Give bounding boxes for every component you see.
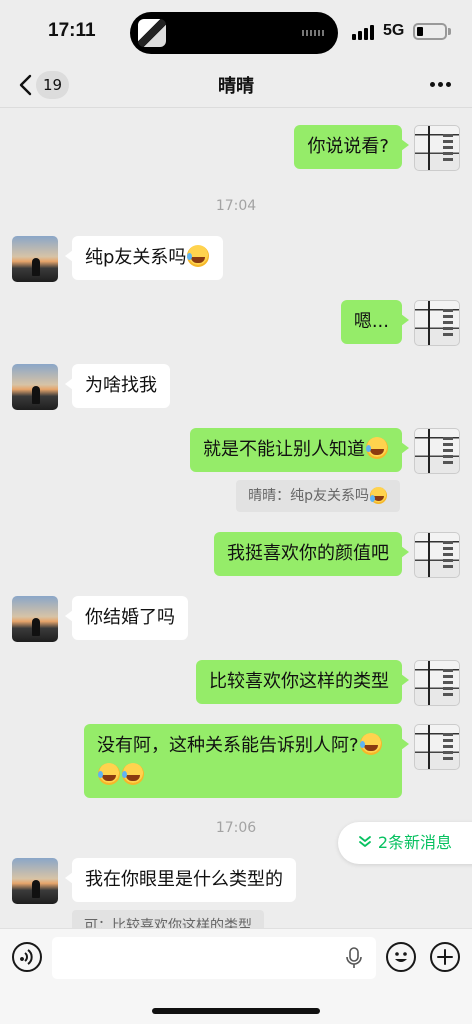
chat-title: 晴晴 (218, 76, 254, 97)
message-text: 就是不能让别人知道 (203, 439, 365, 460)
my-avatar[interactable] (414, 724, 460, 770)
microphone-icon[interactable] (346, 947, 362, 969)
message-timestamp: 17:04 (215, 198, 257, 214)
message-bubble-sent[interactable]: 你说说看? (294, 125, 409, 169)
laugh-cry-emoji-icon (98, 763, 120, 785)
quote-text: 晴晴：纯p友关系吗 (248, 488, 369, 504)
quoted-message[interactable]: 可：比较喜欢你这样的类型 (72, 910, 264, 928)
status-time: 17:11 (48, 20, 96, 41)
contact-avatar[interactable] (12, 596, 58, 642)
message-bubble-sent[interactable]: 比较喜欢你这样的类型 (196, 660, 409, 704)
laugh-cry-emoji-icon (122, 763, 144, 785)
laugh-cry-emoji-icon (359, 733, 382, 755)
dynamic-island[interactable] (130, 12, 338, 54)
my-avatar[interactable] (414, 660, 460, 706)
message-text: 纯p友关系吗 (85, 247, 187, 268)
message-bubble-received[interactable]: 纯p友关系吗 (64, 236, 224, 280)
message-bubble-sent[interactable]: 我挺喜欢你的颜值吧 (214, 532, 409, 576)
laugh-cry-emoji-icon (370, 487, 387, 504)
new-messages-button[interactable]: 2条新消息 (337, 822, 472, 864)
message-list[interactable]: 你说说看? 17:04 纯p友关系吗 嗯... 为啥找我 就是不能让别人知道 晴… (0, 108, 472, 928)
message-input[interactable] (52, 937, 376, 979)
signal-icon (352, 24, 376, 40)
chat-header: 19 晴晴 (0, 62, 472, 108)
network-label: 5G (383, 22, 405, 39)
message-bubble-sent[interactable]: 没有阿，这种关系能告诉别人阿? (84, 724, 409, 798)
quoted-message[interactable]: 晴晴：纯p友关系吗 (236, 480, 400, 512)
message-bubble-received[interactable]: 为啥找我 (65, 364, 170, 408)
contact-avatar[interactable] (12, 858, 58, 904)
my-avatar[interactable] (414, 428, 460, 474)
laugh-cry-emoji-icon (366, 437, 388, 459)
message-bubble-received[interactable]: 你结婚了吗 (65, 596, 188, 640)
message-bubble-received[interactable]: 我在你眼里是什么类型的 (65, 858, 296, 902)
message-text: 没有阿，这种关系能告诉别人阿? (97, 735, 359, 756)
home-indicator[interactable] (152, 1008, 320, 1014)
now-playing-thumbnail (138, 19, 166, 47)
plus-icon[interactable] (430, 942, 460, 972)
message-bubble-sent[interactable]: 嗯... (340, 300, 410, 344)
my-avatar[interactable] (414, 532, 460, 578)
status-bar: 17:11 5G (0, 0, 472, 62)
more-dots-icon[interactable] (430, 82, 452, 88)
my-avatar[interactable] (414, 300, 460, 346)
battery-icon (413, 23, 447, 40)
voice-icon[interactable] (12, 942, 42, 972)
new-messages-label: 2条新消息 (377, 833, 452, 852)
contact-avatar[interactable] (12, 236, 58, 282)
emoji-icon[interactable] (386, 942, 416, 972)
audio-wave-icon (302, 30, 324, 36)
contact-avatar[interactable] (12, 364, 58, 410)
message-bubble-sent[interactable]: 就是不能让别人知道 (190, 428, 409, 472)
battery-cap (448, 28, 451, 35)
laugh-cry-emoji-icon (187, 245, 210, 267)
my-avatar[interactable] (414, 125, 460, 171)
double-chevron-down-icon (358, 836, 371, 847)
